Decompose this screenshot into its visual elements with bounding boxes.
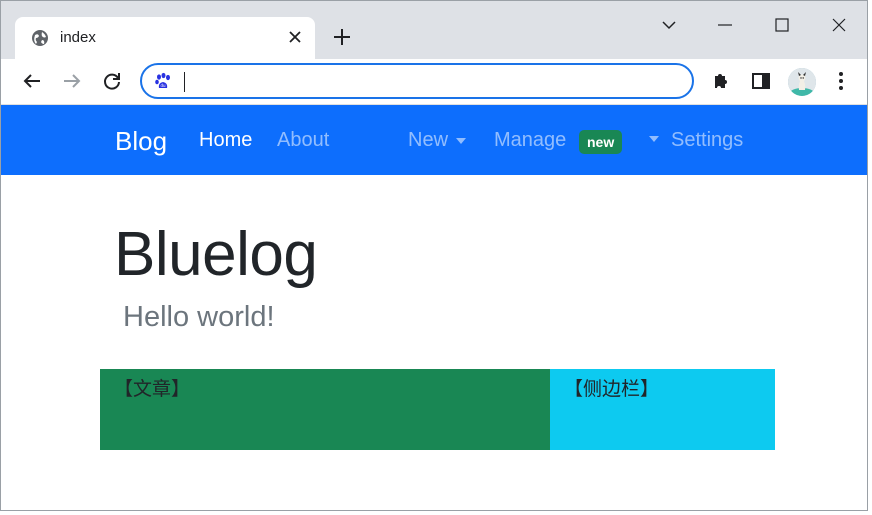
browser-toolbar: du <box>1 59 867 105</box>
close-icon[interactable] <box>287 29 303 45</box>
baidu-paw-icon: du <box>155 72 170 88</box>
sidebar-column: 【侧边栏】 <box>550 369 775 450</box>
menu-dots-icon[interactable] <box>829 69 853 93</box>
browser-window: index du Blog Home About New Manage new … <box>0 0 868 511</box>
globe-icon <box>32 30 48 46</box>
forward-arrow-icon[interactable] <box>60 69 84 93</box>
avatar-image-icon <box>788 68 816 96</box>
new-tab-icon[interactable] <box>332 27 352 47</box>
puzzle-icon[interactable] <box>709 69 733 93</box>
minimize-icon[interactable] <box>713 13 737 37</box>
window-close-icon[interactable] <box>827 13 851 37</box>
page-viewport: Blog Home About New Manage new Settings … <box>1 105 867 510</box>
caret-down-icon[interactable] <box>649 136 659 142</box>
address-input[interactable] <box>182 70 672 92</box>
maximize-icon[interactable] <box>770 13 794 37</box>
nav-new-dropdown[interactable]: New <box>408 129 467 152</box>
page-subtitle: Hello world! <box>123 301 275 333</box>
caret-down-icon <box>456 137 467 144</box>
nav-settings[interactable]: Settings <box>671 129 743 152</box>
side-panel-icon[interactable] <box>749 69 773 93</box>
content-row: 【文章】 【侧边栏】 <box>100 369 775 450</box>
text-caret <box>184 72 185 92</box>
svg-text:du: du <box>161 83 167 88</box>
nav-home[interactable]: Home <box>199 129 252 152</box>
navbar: Blog Home About New Manage new Settings <box>1 105 867 175</box>
tab-strip: index <box>1 1 867 59</box>
reload-icon[interactable] <box>100 69 124 93</box>
address-bar[interactable]: du <box>140 63 694 99</box>
sidebar-column-label: 【侧边栏】 <box>564 378 660 400</box>
nav-manage-dropdown[interactable]: Manage <box>494 129 566 152</box>
page-title: Bluelog <box>114 220 318 289</box>
tab-search-chevron-icon[interactable] <box>657 13 681 37</box>
profile-avatar[interactable] <box>788 68 816 96</box>
tab-title: index <box>60 29 96 46</box>
main-column: 【文章】 <box>100 369 550 450</box>
nav-new-label: New <box>408 129 449 151</box>
tab-index[interactable]: index <box>15 17 315 59</box>
main-column-label: 【文章】 <box>114 378 191 400</box>
navbar-brand[interactable]: Blog <box>115 126 167 157</box>
new-badge: new <box>579 130 623 154</box>
nav-about[interactable]: About <box>277 129 329 152</box>
back-arrow-icon[interactable] <box>20 69 44 93</box>
nav-manage-label: Manage <box>494 129 567 151</box>
